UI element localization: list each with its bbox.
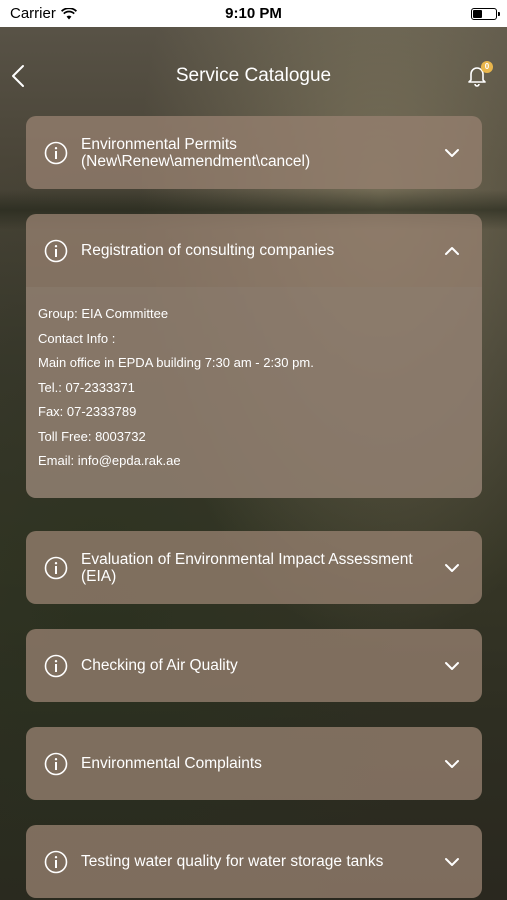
service-title: Evaluation of Environmental Impact Asses… [81, 550, 413, 585]
service-card[interactable]: Environmental Complaints [26, 727, 482, 800]
service-card-header[interactable]: Checking of Air Quality [26, 629, 482, 702]
service-card-header[interactable]: Environmental Complaints [26, 727, 482, 800]
chevron-down-icon[interactable] [444, 759, 460, 769]
detail-email[interactable]: Email: info@epda.rak.ae [38, 449, 470, 474]
chevron-down-icon[interactable] [444, 857, 460, 867]
page-title: Service Catalogue [175, 65, 332, 86]
detail-toll-free[interactable]: Toll Free: 8003732 [38, 425, 470, 450]
service-title: Environmental Permits (New\Renew\amendme… [81, 135, 311, 170]
battery-icon [471, 7, 500, 20]
service-card-header[interactable]: Testing water quality for water storage … [26, 825, 482, 898]
chevron-down-icon[interactable] [444, 148, 460, 158]
detail-group: Group: EIA Committee [38, 306, 169, 321]
status-left: Carrier [10, 5, 77, 22]
chevron-up-icon[interactable] [444, 246, 460, 256]
service-title: Checking of Air Quality [81, 657, 238, 674]
detail-fax: Fax: 07-2333789 [38, 404, 137, 419]
notification-badge: 0 [481, 61, 493, 73]
service-card-header[interactable]: Environmental Permits (New\Renew\amendme… [26, 116, 482, 189]
info-icon [44, 654, 68, 677]
service-card[interactable]: Testing water quality for water storage … [26, 825, 482, 898]
chevron-down-icon[interactable] [444, 563, 460, 573]
service-card[interactable]: Checking of Air Quality [26, 629, 482, 702]
service-card-header[interactable]: Evaluation of Environmental Impact Asses… [26, 531, 482, 604]
service-card-header[interactable]: Registration of consulting companies [26, 214, 482, 287]
service-details: Group: EIA Committee Contact Info : Main… [26, 287, 482, 498]
service-card[interactable]: Evaluation of Environmental Impact Asses… [26, 531, 482, 604]
service-card[interactable]: Environmental Permits (New\Renew\amendme… [26, 116, 482, 189]
carrier-label: Carrier [10, 5, 56, 22]
service-title: Environmental Complaints [81, 755, 262, 772]
info-icon [44, 239, 68, 262]
info-icon [44, 141, 68, 164]
navigation-bar: Service Catalogue 0 [0, 27, 507, 124]
detail-contact-heading: Contact Info : [38, 330, 116, 346]
service-title: Registration of consulting companies [81, 242, 335, 259]
detail-office-hours: Main office in EPDA building 7:30 am - 2… [38, 355, 314, 370]
chevron-down-icon[interactable] [444, 661, 460, 671]
detail-phone[interactable]: Tel.: 07-2333371 [38, 376, 470, 401]
info-icon [44, 752, 68, 775]
info-icon [44, 850, 68, 873]
notifications-button[interactable]: 0 [465, 61, 493, 89]
info-icon [44, 556, 68, 579]
service-card-expanded[interactable]: Registration of consulting companies Gro… [26, 214, 482, 498]
service-title: Testing water quality for water storage … [81, 853, 384, 870]
wifi-icon [60, 7, 77, 19]
status-bar: Carrier 9:10 PM [0, 0, 507, 27]
